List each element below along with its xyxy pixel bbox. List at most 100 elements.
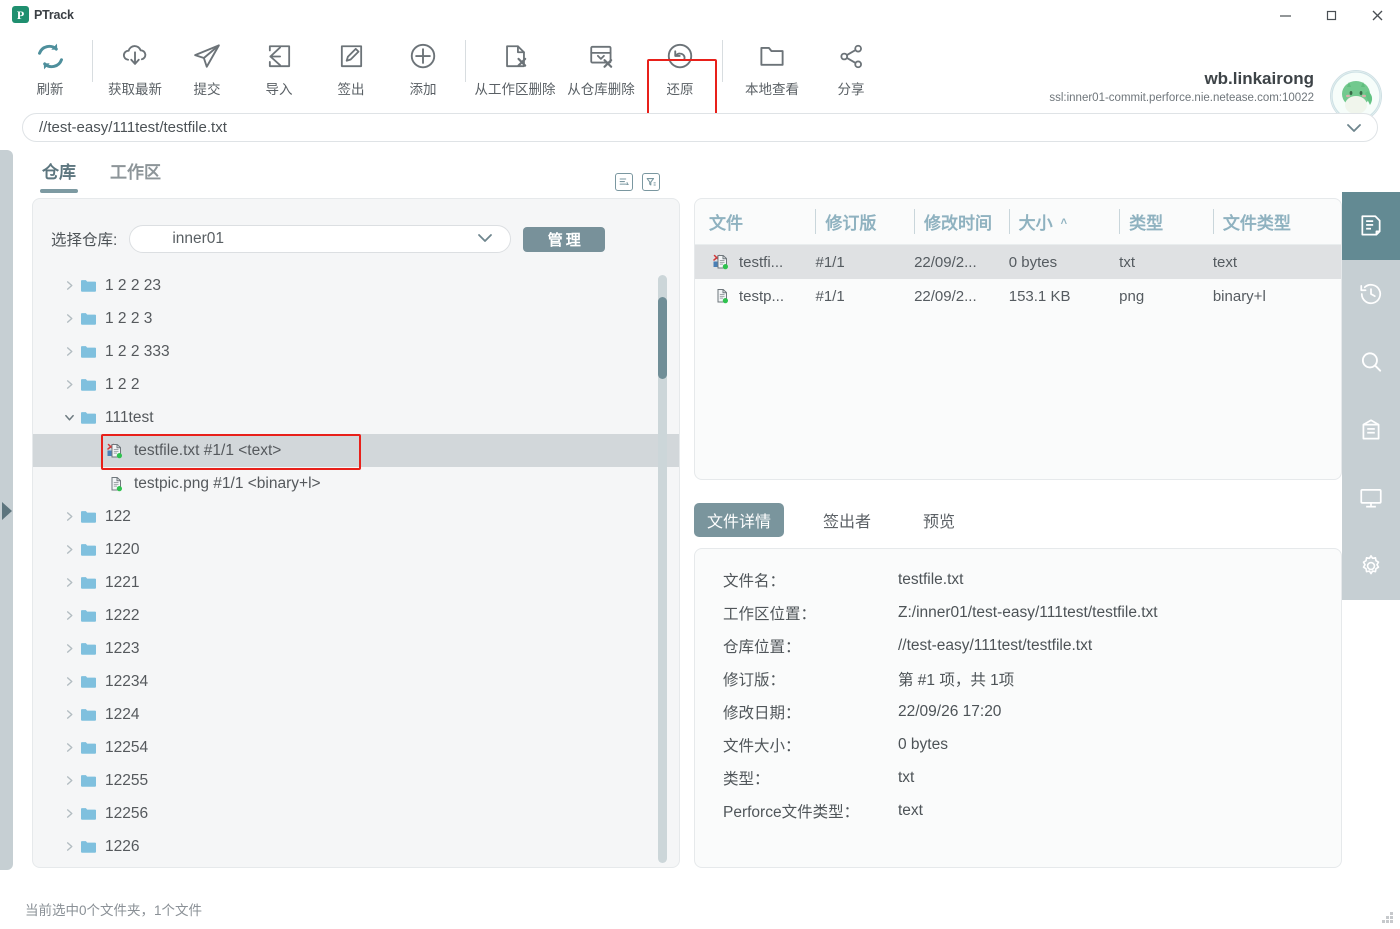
chevron-right-icon[interactable] bbox=[61, 379, 77, 390]
detail-value: 22/09/26 17:20 bbox=[898, 702, 1002, 720]
rail-search-icon[interactable] bbox=[1342, 328, 1400, 396]
toolbar-button-checkout[interactable]: 签出 bbox=[315, 30, 387, 106]
detail-tab[interactable]: 文件详情 bbox=[694, 503, 785, 537]
left-collapsed-panel[interactable] bbox=[0, 150, 13, 870]
close-button[interactable] bbox=[1354, 0, 1400, 30]
tree-node-label: 122 bbox=[105, 507, 131, 525]
chevron-right-icon[interactable] bbox=[61, 313, 77, 324]
tree-folder-node[interactable]: 1224 bbox=[33, 698, 679, 731]
tree-folder-node[interactable]: 1223 bbox=[33, 632, 679, 665]
folder-icon bbox=[77, 410, 99, 425]
tree-folder-node[interactable]: 122 bbox=[33, 500, 679, 533]
tree-folder-node[interactable]: 1222 bbox=[33, 599, 679, 632]
toolbar-label: 导入 bbox=[265, 82, 293, 97]
filter-icon[interactable] bbox=[642, 173, 660, 191]
depot-tree-panel: 选择仓库: inner01 管理 1 2 2 23 1 2 2 3 1 2 2 33… bbox=[32, 198, 680, 868]
tree-file-node[interactable]: testpic.png #1/1 <binary+l> bbox=[33, 467, 679, 500]
toolbar-button-get-latest[interactable]: 获取最新 bbox=[99, 30, 171, 106]
rail-archive-box-icon[interactable] bbox=[1342, 396, 1400, 464]
folder-icon bbox=[77, 740, 99, 755]
file-list-column-header[interactable]: 文件 bbox=[709, 209, 815, 234]
chevron-right-icon[interactable] bbox=[61, 742, 77, 753]
detail-row: 仓库位置： //test-easy/111test/testfile.txt bbox=[695, 629, 1341, 662]
toolbar-button-submit[interactable]: 提交 bbox=[171, 30, 243, 106]
tree-folder-node[interactable]: 12255 bbox=[33, 764, 679, 797]
chevron-right-icon[interactable] bbox=[61, 676, 77, 687]
detail-tab[interactable]: 预览 bbox=[910, 503, 968, 537]
chevron-right-icon[interactable] bbox=[61, 775, 77, 786]
file-list-body[interactable]: testfi... #1/1 22/09/2... 0 bytes txt text tes… bbox=[695, 245, 1341, 313]
chevron-right-icon[interactable] bbox=[61, 577, 77, 588]
rail-gear-icon[interactable] bbox=[1342, 532, 1400, 600]
tree-file-node[interactable]: testfile.txt #1/1 <text> bbox=[33, 434, 679, 470]
chevron-right-icon[interactable] bbox=[61, 709, 77, 720]
toolbar-button-open-local[interactable]: 本地查看 bbox=[729, 30, 815, 106]
tab-depot[interactable]: 仓库 bbox=[40, 158, 78, 193]
file-list-column-header[interactable]: 大小 ˄ bbox=[1008, 209, 1119, 234]
column-header-label: 修改时间 bbox=[923, 214, 992, 233]
toolbar-button-import[interactable]: 导入 bbox=[243, 30, 315, 106]
chevron-right-icon[interactable] bbox=[61, 841, 77, 852]
tree-folder-node[interactable]: 12256 bbox=[33, 797, 679, 830]
manage-button[interactable]: 管理 bbox=[523, 226, 606, 252]
rail-monitor-icon[interactable] bbox=[1342, 464, 1400, 532]
toolbar-button-delete-from-depot[interactable]: 从仓库删除 bbox=[558, 30, 644, 106]
tree-node-label: 12254 bbox=[105, 738, 149, 756]
chevron-down-icon[interactable] bbox=[1345, 121, 1363, 140]
tree-folder-node[interactable]: 1226 bbox=[33, 830, 679, 863]
resize-grip[interactable] bbox=[1382, 912, 1394, 924]
detail-tab[interactable]: 签出者 bbox=[810, 503, 884, 537]
minimize-button[interactable] bbox=[1262, 0, 1308, 30]
chevron-right-icon[interactable] bbox=[61, 511, 77, 522]
path-address-bar[interactable]: //test-easy/111test/testfile.txt bbox=[22, 113, 1378, 142]
tree-node-label: 1223 bbox=[105, 639, 140, 657]
tree-folder-node[interactable]: 1221 bbox=[33, 566, 679, 599]
tree-folder-node[interactable]: 12254 bbox=[33, 731, 679, 764]
rail-history-clock-icon[interactable] bbox=[1342, 260, 1400, 328]
folder-icon bbox=[77, 608, 99, 623]
status-bar: 当前选中0个文件夹，1个文件 bbox=[0, 889, 1400, 929]
toolbar-button-add[interactable]: 添加 bbox=[387, 30, 459, 106]
toolbar-button-revert[interactable]: 还原 bbox=[644, 30, 716, 106]
right-sidebar[interactable] bbox=[1342, 192, 1400, 600]
chevron-right-icon[interactable] bbox=[61, 808, 77, 819]
file-checked-out-icon bbox=[105, 443, 125, 459]
tree-folder-node[interactable]: 12234 bbox=[33, 665, 679, 698]
chevron-down-icon bbox=[476, 231, 494, 250]
maximize-button[interactable] bbox=[1308, 0, 1354, 30]
app-window: P PTrack 刷新 获取最新 提交 导入 签出 添加 从工作区删除 从仓库删… bbox=[0, 0, 1400, 929]
tree-folder-node[interactable]: 1220 bbox=[33, 533, 679, 566]
rail-document-notes-icon[interactable] bbox=[1342, 192, 1400, 260]
tree-scrollbar-thumb[interactable] bbox=[658, 297, 667, 379]
table-row[interactable]: testfi... #1/1 22/09/2... 0 bytes txt text bbox=[695, 245, 1341, 279]
sort-list-icon[interactable] bbox=[615, 173, 633, 191]
tree-scrollbar[interactable] bbox=[658, 275, 667, 863]
tree-folder-node[interactable]: 1 2 2 bbox=[33, 368, 679, 401]
tree-folder-node[interactable]: 1 2 2 23 bbox=[33, 269, 679, 302]
toolbar-button-delete-from-workspace[interactable]: 从工作区删除 bbox=[472, 30, 558, 106]
chevron-right-icon[interactable] bbox=[61, 346, 77, 357]
file-list-column-header[interactable]: 修改时间 bbox=[913, 209, 1009, 234]
user-name: wb.linkairong bbox=[1204, 69, 1314, 88]
chevron-right-icon[interactable] bbox=[61, 610, 77, 621]
tree-folder-node[interactable]: 111test bbox=[33, 401, 679, 434]
file-list-column-header[interactable]: 类型 bbox=[1119, 209, 1213, 234]
file-list-column-header[interactable]: 修订版 bbox=[815, 209, 914, 234]
table-row[interactable]: testp... #1/1 22/09/2... 153.1 KB png binary+… bbox=[695, 279, 1341, 313]
chevron-down-icon[interactable] bbox=[61, 412, 77, 423]
repository-select[interactable]: inner01 bbox=[129, 225, 512, 253]
tab-workspace[interactable]: 工作区 bbox=[110, 158, 161, 189]
chevron-right-icon[interactable] bbox=[61, 280, 77, 291]
tree-folder-node[interactable]: 1 2 2 333 bbox=[33, 335, 679, 368]
chevron-right-icon[interactable] bbox=[61, 643, 77, 654]
toolbar-button-refresh[interactable]: 刷新 bbox=[14, 30, 86, 106]
depot-tree[interactable]: 1 2 2 23 1 2 2 3 1 2 2 333 1 2 2 111test test… bbox=[33, 269, 679, 867]
file-list-column-header[interactable]: 文件类型 bbox=[1212, 209, 1341, 234]
chevron-right-icon[interactable] bbox=[61, 544, 77, 555]
toolbar-button-share[interactable]: 分享 bbox=[815, 30, 887, 106]
title-bar: P PTrack bbox=[0, 0, 1400, 30]
tree-node-label: testfile.txt #1/1 <text> bbox=[134, 441, 282, 459]
expand-left-panel-arrow-icon[interactable] bbox=[2, 502, 12, 520]
tree-folder-node[interactable]: 1 2 2 3 bbox=[33, 302, 679, 335]
cloud-download-icon bbox=[120, 36, 150, 76]
